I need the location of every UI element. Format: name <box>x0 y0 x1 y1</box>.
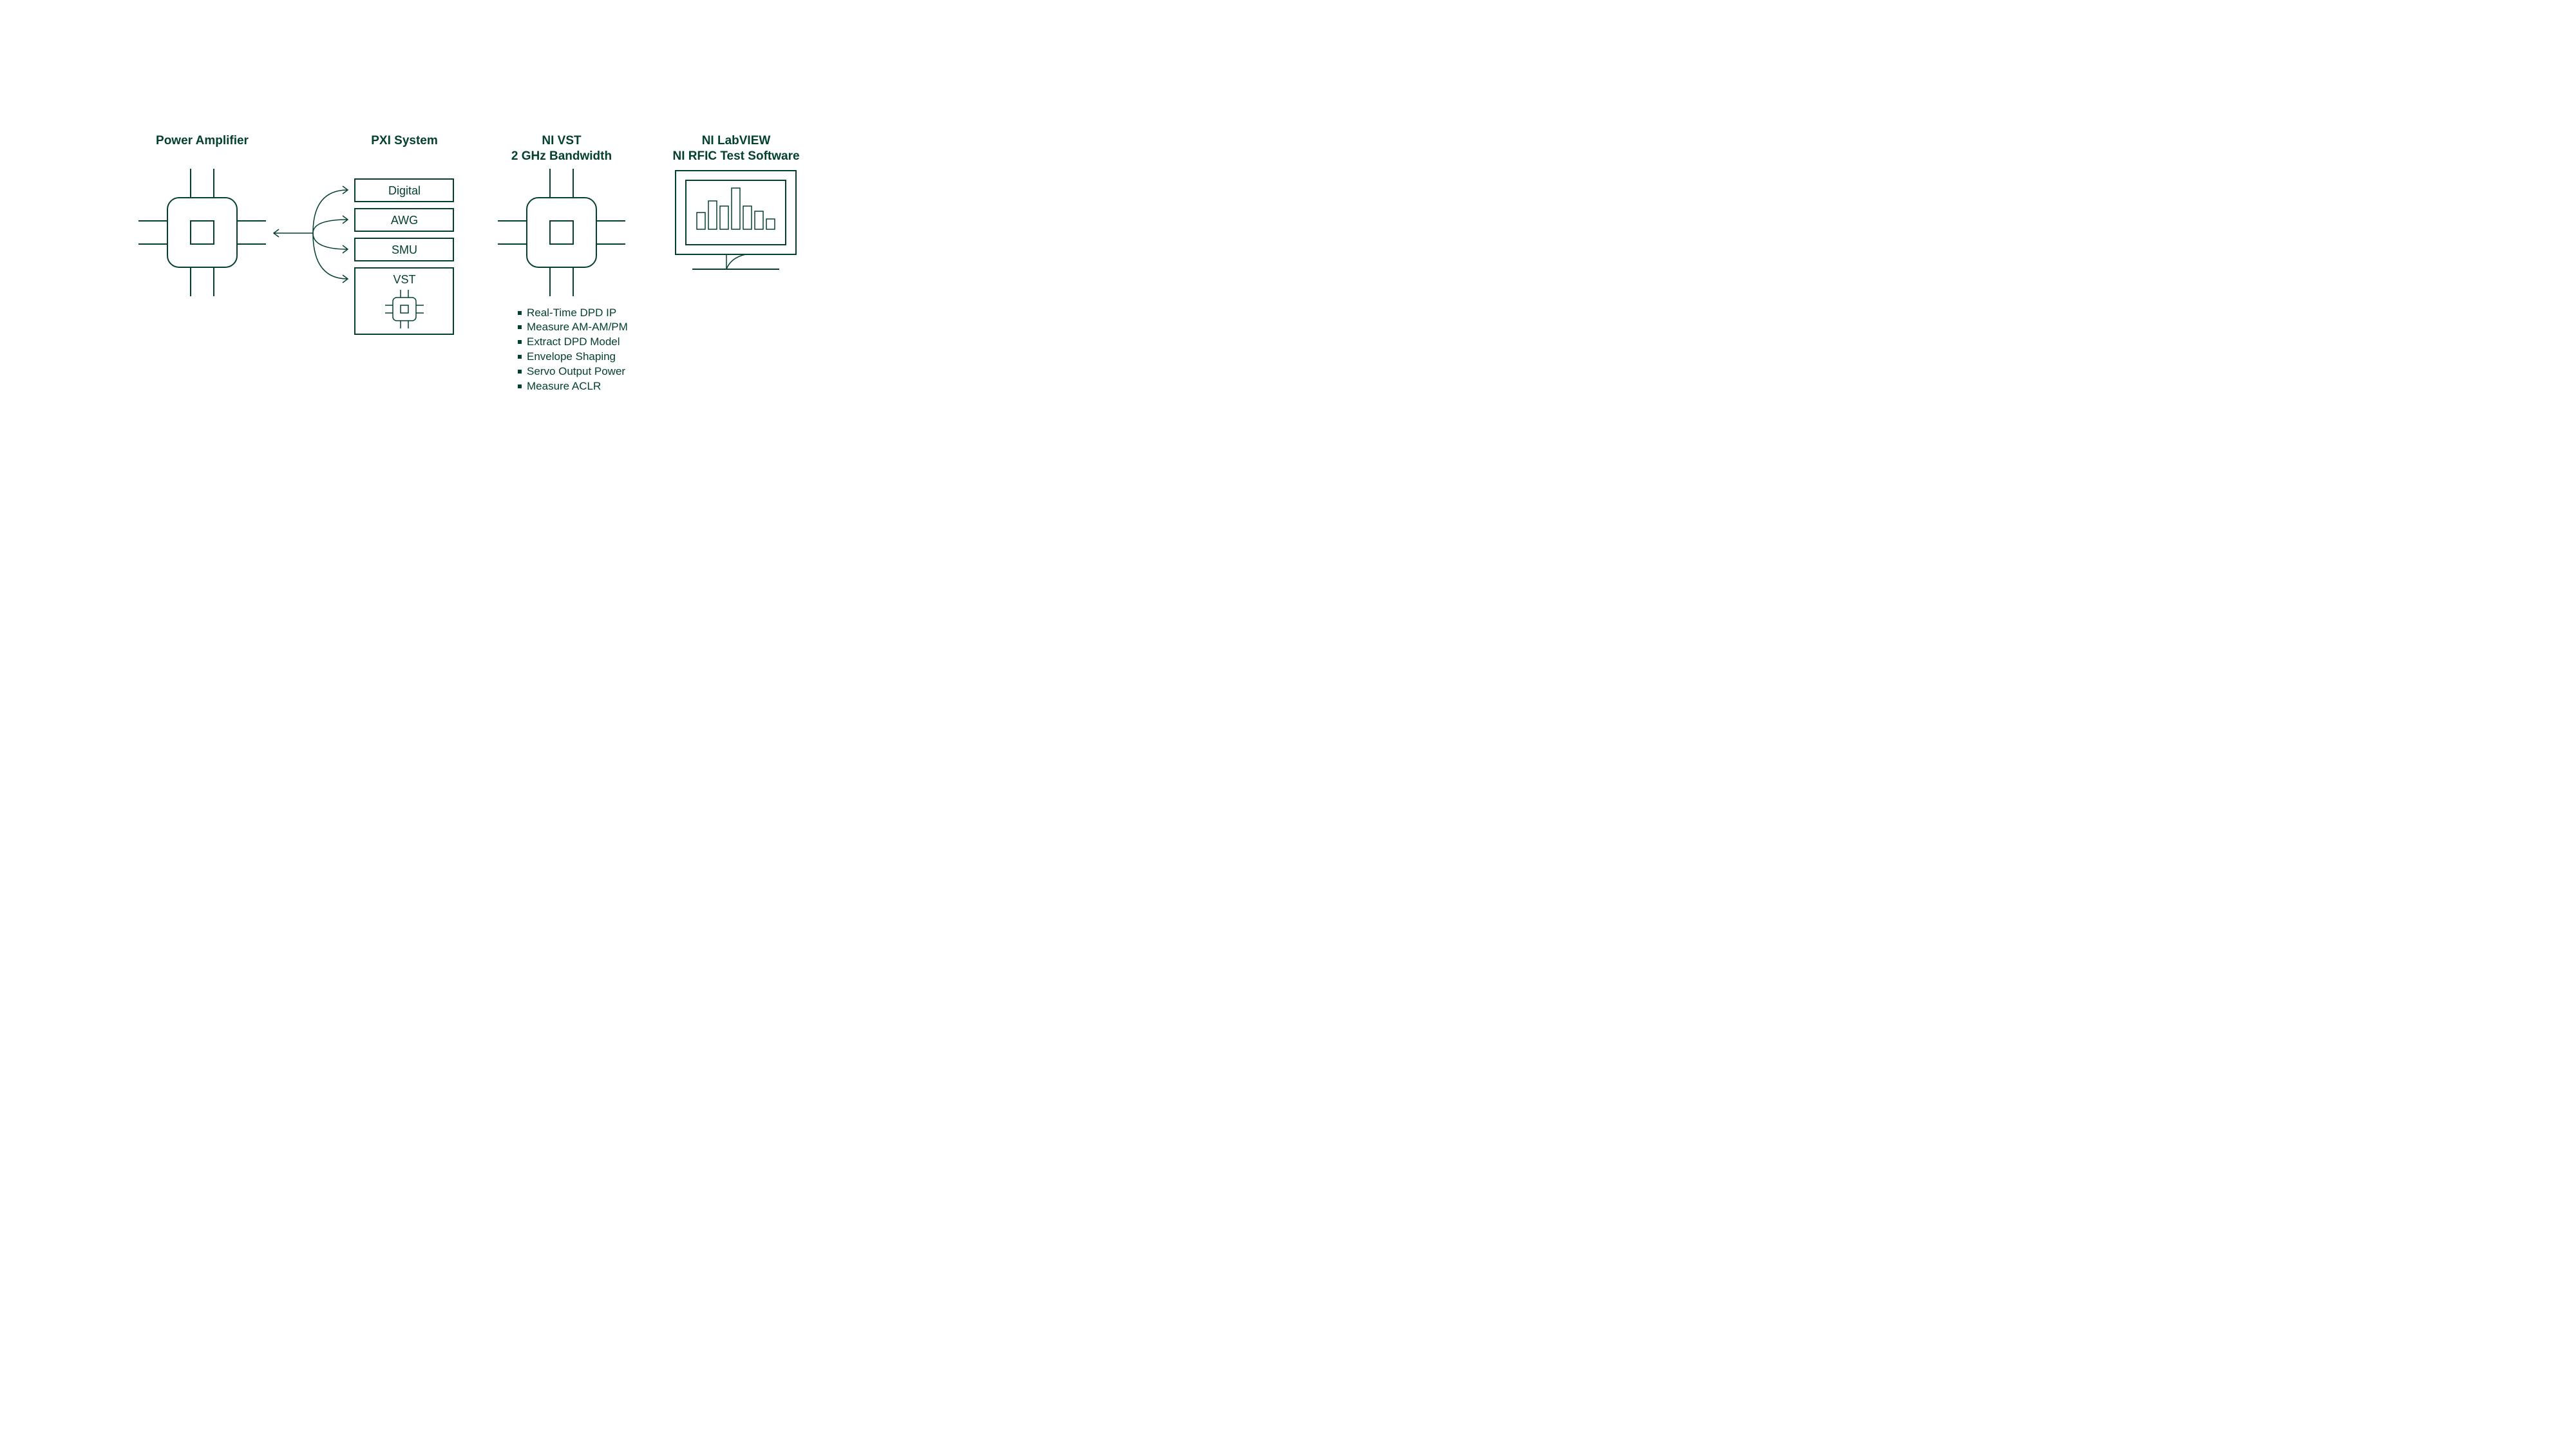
pxi-module-digital-label: Digital <box>388 184 421 197</box>
bullet-3: Envelope Shaping <box>527 350 616 363</box>
pxi-module-digital: Digital <box>355 179 453 202</box>
power-amplifier-title: Power Amplifier <box>156 134 249 147</box>
monitor-icon <box>676 171 796 269</box>
bullet-5: Measure ACLR <box>527 380 601 392</box>
bullet-4: Servo Output Power <box>527 365 625 377</box>
bullet-2: Extract DPD Model <box>527 336 620 348</box>
vst-mini-chip-icon <box>385 290 424 328</box>
pxi-module-smu-label: SMU <box>392 243 417 256</box>
ni-vst-chip-icon <box>498 169 625 296</box>
power-amplifier-chip-icon <box>138 169 266 296</box>
bullet-1: Measure AM-AM/PM <box>527 321 628 333</box>
bullet-0: Real-Time DPD IP <box>527 307 616 319</box>
pxi-system-title: PXI System <box>371 134 438 147</box>
ni-vst-bullet-list: Real-Time DPD IP Measure AM-AM/PM Extrac… <box>518 307 628 392</box>
labview-title-line2: NI RFIC Test Software <box>672 149 799 163</box>
pxi-module-vst-label: VST <box>393 273 415 286</box>
pxi-module-vst: VST <box>355 268 453 334</box>
labview-title-line1: NI LabVIEW <box>702 134 771 147</box>
pxi-module-smu: SMU <box>355 238 453 261</box>
ni-vst-title-line1: NI VST <box>542 134 582 147</box>
pxi-module-awg-label: AWG <box>391 214 418 227</box>
pxi-module-awg: AWG <box>355 209 453 231</box>
ni-vst-title-line2: 2 GHz Bandwidth <box>511 149 612 163</box>
connector-arrows <box>274 186 348 283</box>
